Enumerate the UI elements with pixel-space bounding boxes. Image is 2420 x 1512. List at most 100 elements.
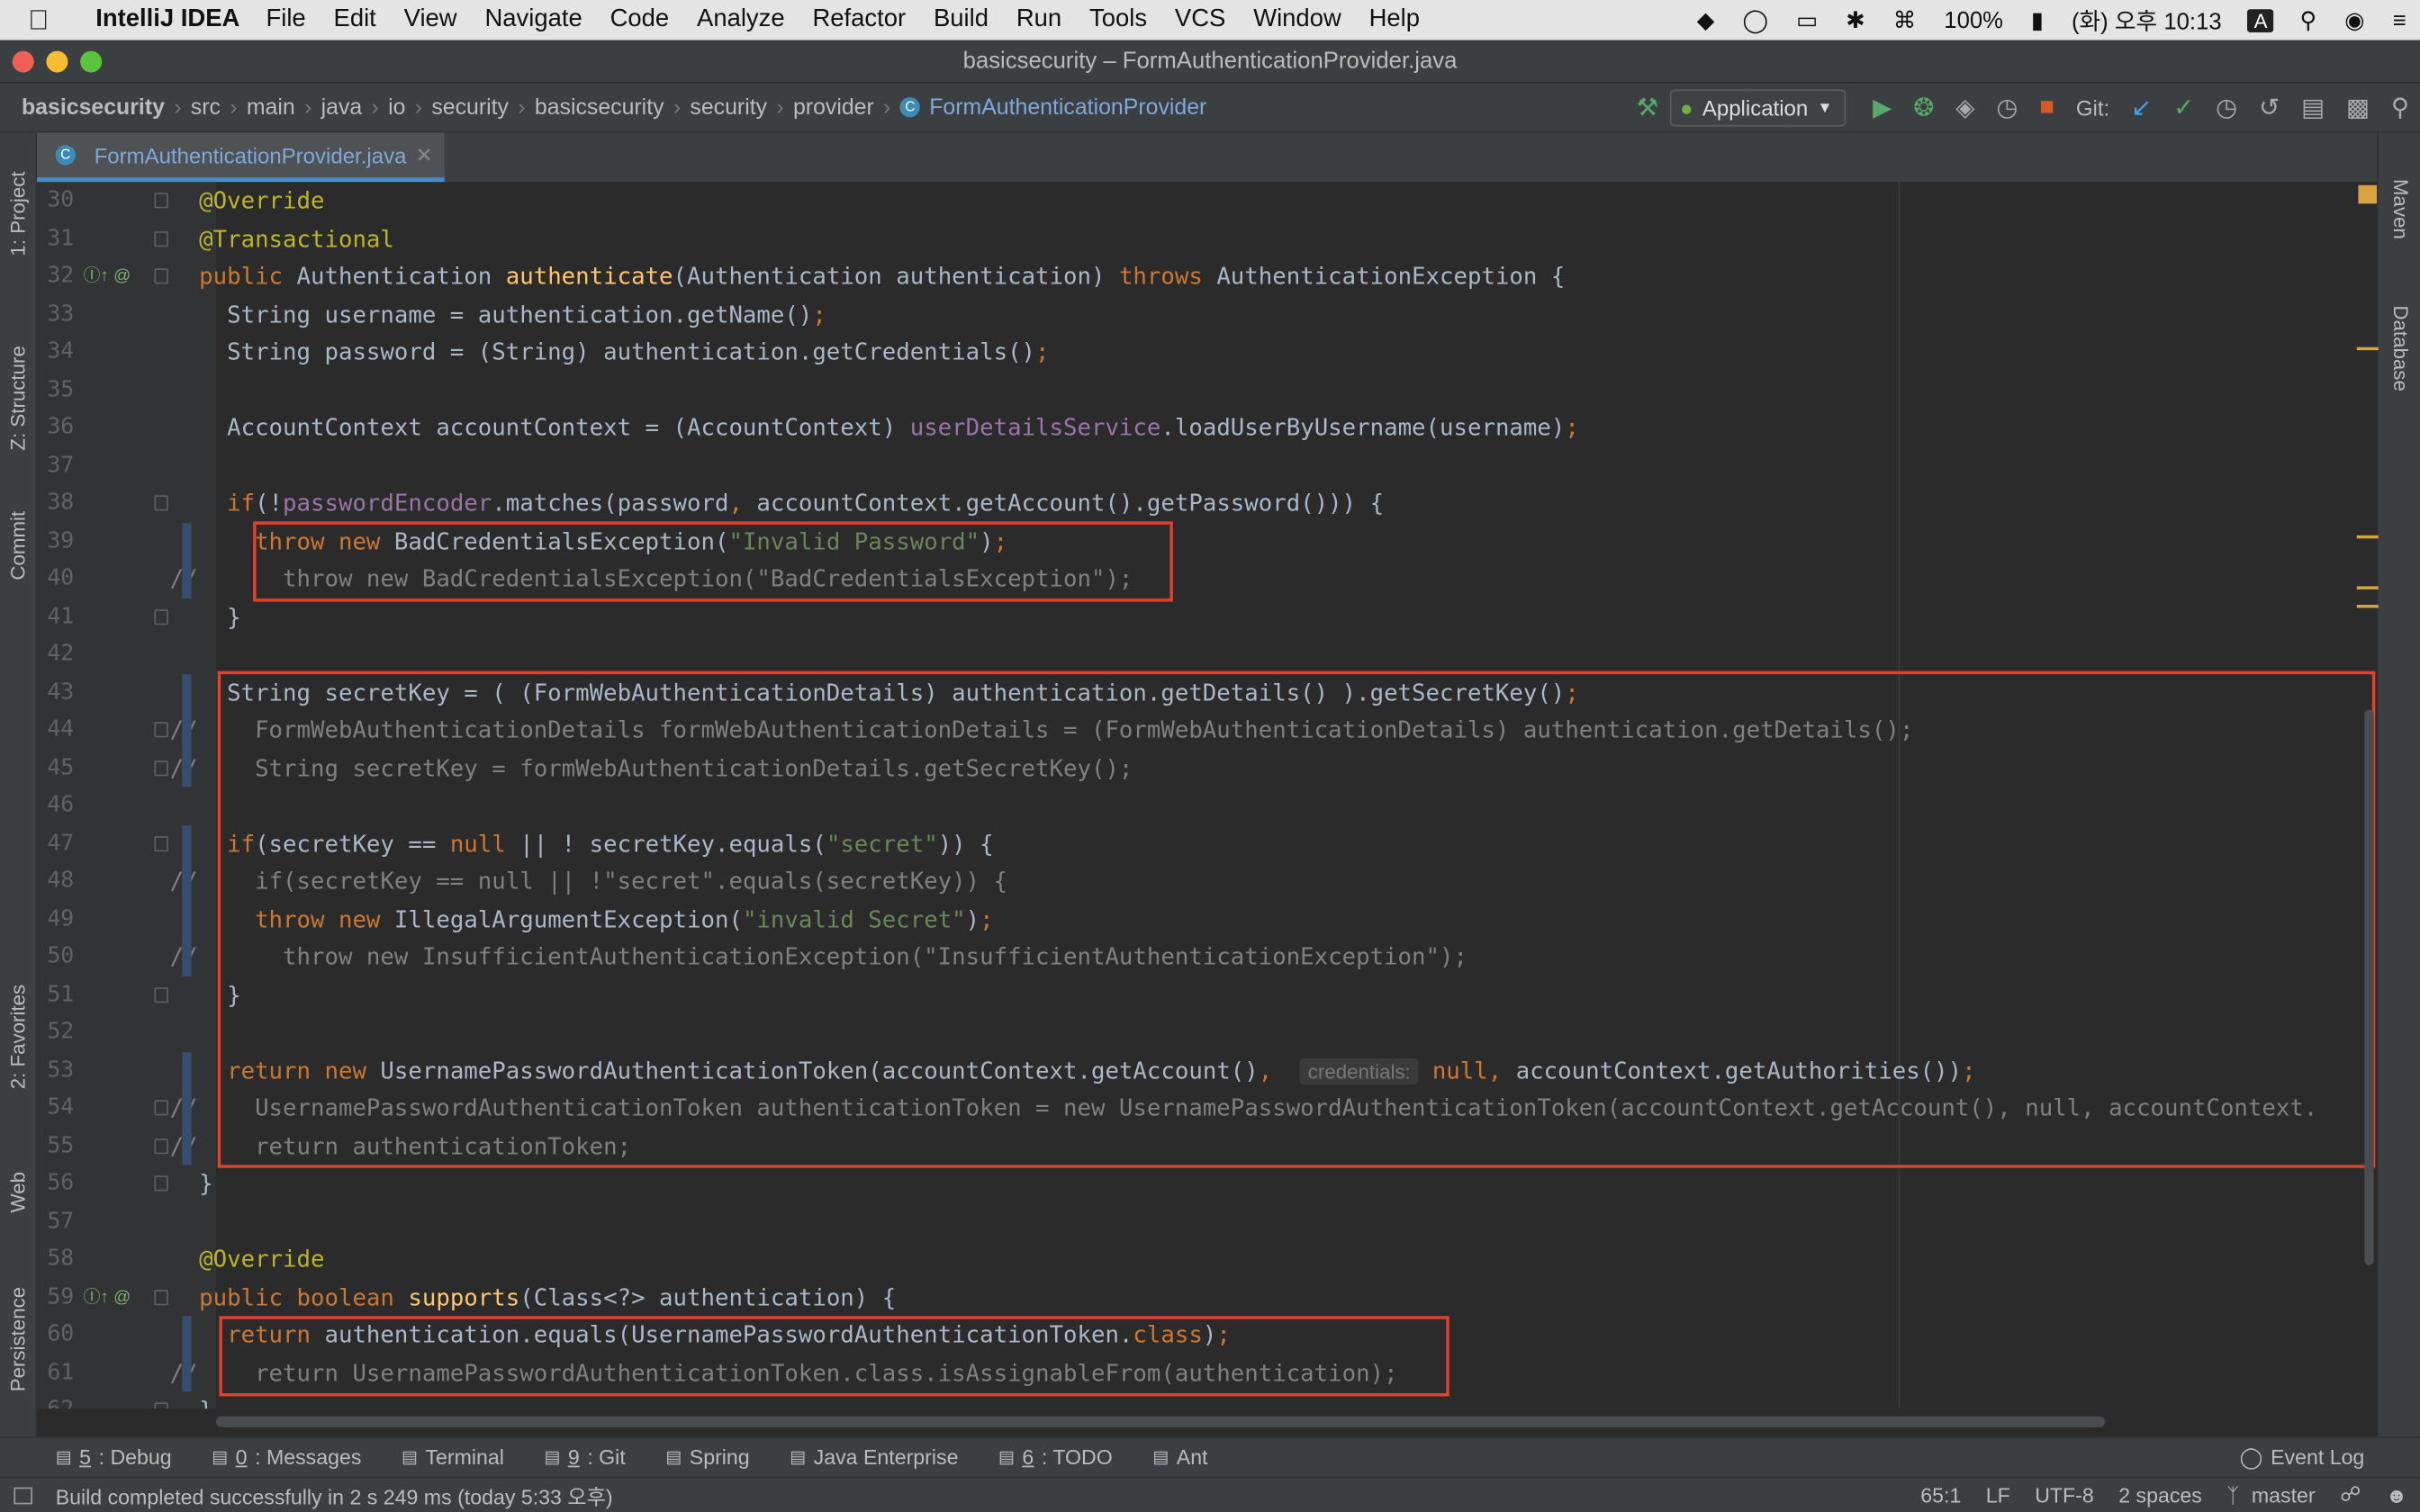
line-number[interactable]: 44 xyxy=(37,711,74,749)
vcs-change-marker[interactable] xyxy=(182,1051,192,1166)
minimize-window-button[interactable] xyxy=(46,50,68,73)
search-everywhere-icon[interactable]: ⚲ xyxy=(2380,93,2420,123)
vcs-change-marker[interactable] xyxy=(182,824,192,976)
menu-help[interactable]: Help xyxy=(1355,6,1433,34)
line-number[interactable]: 33 xyxy=(37,295,74,333)
line-number[interactable]: 59 xyxy=(37,1278,74,1316)
horizontal-scrollbar[interactable] xyxy=(216,1416,2106,1427)
vertical-scrollbar[interactable] xyxy=(2364,709,2374,1265)
code-line[interactable]: 35 xyxy=(37,371,2377,409)
notification-center-icon[interactable]: ≡ xyxy=(2379,7,2420,33)
fold-marker-icon[interactable] xyxy=(154,193,168,209)
menu-run[interactable]: Run xyxy=(1002,6,1075,34)
line-number[interactable]: 60 xyxy=(37,1316,74,1354)
code-line[interactable]: 33 String username = authentication.getN… xyxy=(37,295,2377,333)
fold-marker-icon[interactable] xyxy=(154,608,168,625)
maven-tool-button[interactable]: Maven xyxy=(2389,179,2413,239)
breadcrumb-item[interactable]: java xyxy=(321,94,363,119)
fold-marker-icon[interactable] xyxy=(154,230,168,247)
lock-icon[interactable]: ☍ xyxy=(2327,1482,2373,1507)
tool-window-java-enterprise[interactable]: ▤ Java Enterprise xyxy=(768,1445,977,1469)
web-tool-button[interactable]: Web xyxy=(6,1172,30,1212)
project-structure-icon[interactable]: ▤ xyxy=(2290,93,2335,123)
code-line[interactable]: 58 @Override xyxy=(37,1240,2377,1278)
line-number[interactable]: 36 xyxy=(37,409,74,446)
apple-icon[interactable]:  xyxy=(0,4,77,36)
menu-tools[interactable]: Tools xyxy=(1076,6,1161,34)
vcs-change-marker[interactable] xyxy=(182,673,192,788)
wifi-icon[interactable]: ⌘ xyxy=(1879,6,1930,34)
menu-code[interactable]: Code xyxy=(596,6,682,34)
menu-edit[interactable]: Edit xyxy=(320,6,390,34)
tool-window-spring[interactable]: ▤ Spring xyxy=(644,1445,768,1469)
code-line[interactable]: 57 xyxy=(37,1202,2377,1240)
code-line[interactable]: 36 AccountContext accountContext = (Acco… xyxy=(37,409,2377,446)
status-message[interactable]: Build completed successfully in 2 s 249 … xyxy=(0,1480,613,1510)
zoom-window-button[interactable] xyxy=(80,50,103,73)
clock[interactable]: (화) 오후 10:13 xyxy=(2058,4,2236,36)
line-number[interactable]: 51 xyxy=(37,976,74,1013)
git-branch[interactable]: master xyxy=(2252,1483,2327,1507)
tool-window-bug[interactable]: ▤ 5: Debug xyxy=(34,1445,191,1469)
line-number[interactable]: 54 xyxy=(37,1089,74,1127)
profile-icon[interactable]: ◷ xyxy=(1985,93,2028,123)
code-line[interactable]: 31 @Transactional xyxy=(37,220,2377,257)
run-configuration-select[interactable]: ● Application ▼ xyxy=(1669,89,1847,127)
project-tool-button[interactable]: 1: Project xyxy=(6,171,30,256)
code-line[interactable]: 30 @Override xyxy=(37,182,2377,220)
menu-file[interactable]: File xyxy=(252,6,320,34)
line-number[interactable]: 48 xyxy=(37,862,74,900)
git-update-icon[interactable]: ↙ xyxy=(2120,93,2163,123)
code-line[interactable]: 41 } xyxy=(37,598,2377,635)
breadcrumb-item[interactable]: src xyxy=(191,94,221,119)
fold-marker-icon[interactable] xyxy=(154,722,168,738)
code-line[interactable]: 59 Ⓘ↑ @ public boolean supports(Class<?> a… xyxy=(37,1278,2377,1316)
line-number[interactable]: 40 xyxy=(37,560,74,598)
line-number[interactable]: 38 xyxy=(37,484,74,522)
menu-navigate[interactable]: Navigate xyxy=(471,6,596,34)
run-icon[interactable]: ▶ xyxy=(1862,93,1902,123)
menu-window[interactable]: Window xyxy=(1240,6,1355,34)
fold-marker-icon[interactable] xyxy=(154,1289,168,1305)
menu-view[interactable]: View xyxy=(390,6,471,34)
line-number[interactable]: 62 xyxy=(37,1391,74,1408)
line-number[interactable]: 58 xyxy=(37,1240,74,1278)
breadcrumb-item[interactable]: basicsecurity xyxy=(22,94,165,119)
bluetooth-icon[interactable]: ✱ xyxy=(1832,6,1879,34)
input-source-icon[interactable]: A xyxy=(2247,8,2274,32)
breadcrumb-item[interactable]: security xyxy=(690,94,767,119)
line-number[interactable]: 55 xyxy=(37,1127,74,1165)
breadcrumb-item[interactable]: io xyxy=(388,94,405,119)
line-number[interactable]: 61 xyxy=(37,1354,74,1391)
vcs-change-marker[interactable] xyxy=(182,1316,192,1392)
line-number[interactable]: 34 xyxy=(37,333,74,371)
line-number[interactable]: 32 xyxy=(37,257,74,295)
structure-tool-button[interactable]: Z: Structure xyxy=(6,346,30,450)
fold-marker-icon[interactable] xyxy=(154,495,168,511)
line-number[interactable]: 30 xyxy=(37,182,74,220)
app-menu[interactable]: IntelliJ IDEA xyxy=(77,6,252,34)
user-icon[interactable]: ◉ xyxy=(2331,6,2379,34)
override-gutter-icon[interactable]: Ⓘ↑ @ xyxy=(84,1278,131,1316)
fold-marker-icon[interactable] xyxy=(154,835,168,851)
breadcrumb-item[interactable]: C FormAuthenticationProvider xyxy=(899,94,1206,120)
line-number[interactable]: 39 xyxy=(37,522,74,560)
line-number[interactable]: 57 xyxy=(37,1202,74,1240)
line-number[interactable]: 45 xyxy=(37,749,74,787)
git-history-icon[interactable]: ◷ xyxy=(2205,93,2248,123)
menu-analyze[interactable]: Analyze xyxy=(683,6,799,34)
code-line[interactable]: 34 String password = (String) authentica… xyxy=(37,333,2377,371)
git-rollback-icon[interactable]: ↺ xyxy=(2248,93,2290,123)
favorites-tool-button[interactable]: 2: Favorites xyxy=(6,985,30,1089)
file-encoding[interactable]: UTF-8 xyxy=(2022,1483,2106,1507)
breadcrumb-item[interactable]: provider xyxy=(793,94,874,119)
override-gutter-icon[interactable]: Ⓘ↑ @ xyxy=(84,257,131,295)
line-number[interactable]: 46 xyxy=(37,787,74,824)
line-number[interactable]: 31 xyxy=(37,220,74,257)
code-line[interactable]: 56} xyxy=(37,1165,2377,1202)
tool-window-messages[interactable]: ▤ 0: Messages xyxy=(190,1445,380,1469)
code-line[interactable]: 32 Ⓘ↑ @ public Authentication authenticate… xyxy=(37,257,2377,295)
line-number[interactable]: 52 xyxy=(37,1013,74,1051)
line-number[interactable]: 50 xyxy=(37,938,74,976)
stop-icon[interactable]: ■ xyxy=(2028,94,2065,122)
